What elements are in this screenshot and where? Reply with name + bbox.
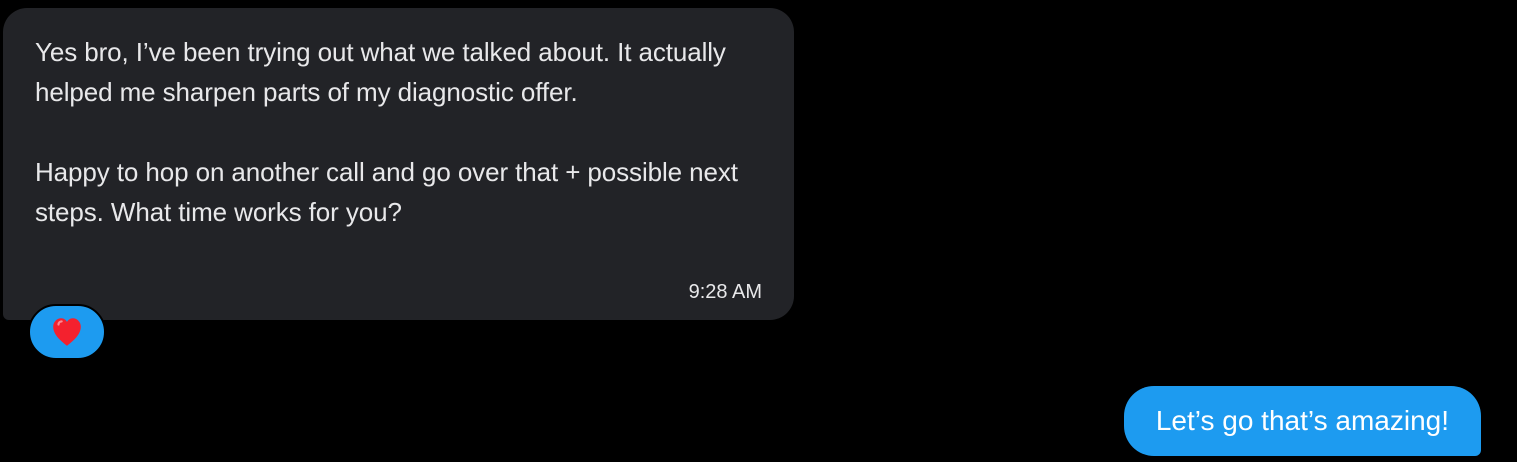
heart-icon (53, 318, 81, 346)
message-paragraph: Yes bro, I’ve been trying out what we ta… (35, 37, 726, 107)
message-text: Yes bro, I’ve been trying out what we ta… (35, 32, 765, 232)
reaction-badge[interactable] (28, 304, 106, 360)
conversation-thread: Yes bro, I’ve been trying out what we ta… (0, 0, 1517, 462)
message-timestamp: 9:28 AM (688, 281, 762, 303)
message-text: Let’s go that’s amazing! (1155, 405, 1449, 436)
message-paragraph: Happy to hop on another call and go over… (35, 157, 738, 227)
sent-message-bubble[interactable]: Let’s go that’s amazing! (1123, 386, 1481, 456)
received-message-bubble[interactable]: Yes bro, I’ve been trying out what we ta… (3, 8, 794, 320)
